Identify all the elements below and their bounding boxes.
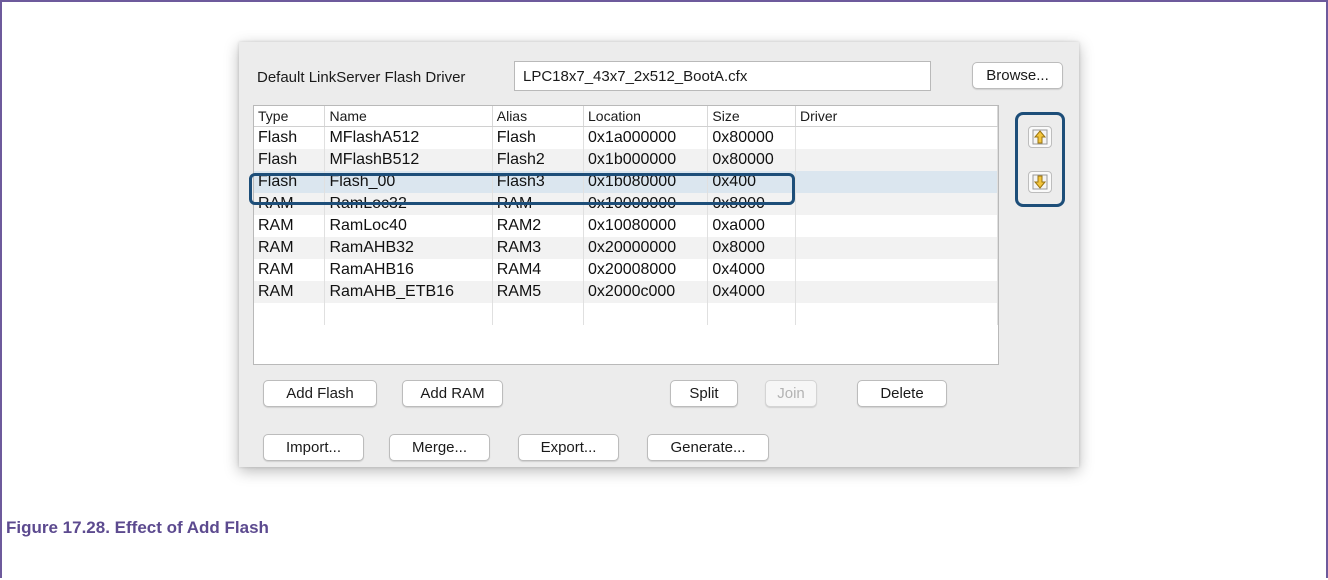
cell-driver (795, 281, 998, 303)
cell-alias: RAM4 (492, 259, 585, 281)
cell-size: 0x4000 (707, 281, 796, 303)
cell-alias: Flash2 (492, 149, 585, 171)
cell-size: 0x80000 (707, 149, 796, 171)
table-row-empty (254, 303, 998, 325)
cell-name: MFlashA512 (324, 126, 493, 149)
table-row[interactable]: RAM RamAHB_ETB16 RAM5 0x2000c000 0x4000 (254, 281, 998, 303)
cell-size: 0x8000 (707, 237, 796, 259)
cell-size: 0x4000 (707, 259, 796, 281)
move-buttons-group (1015, 112, 1065, 207)
cell-driver (795, 237, 998, 259)
cell-driver (795, 149, 998, 171)
cell-driver (795, 259, 998, 281)
cell-name: RamAHB16 (324, 259, 493, 281)
selected-row-highlight (249, 173, 795, 205)
cell-location: 0x1b000000 (583, 149, 709, 171)
cell-driver (795, 171, 998, 193)
cell-location: 0x20000000 (583, 237, 709, 259)
cell-type: Flash (254, 126, 326, 149)
cell-alias: RAM5 (492, 281, 585, 303)
cell-name: RamAHB_ETB16 (324, 281, 493, 303)
join-button[interactable]: Join (765, 380, 817, 407)
column-header-driver[interactable]: Driver (795, 106, 998, 127)
cell-location: 0x20008000 (583, 259, 709, 281)
column-header-name[interactable]: Name (324, 106, 493, 127)
add-ram-button[interactable]: Add RAM (402, 380, 503, 407)
move-up-button[interactable] (1028, 126, 1052, 148)
move-down-button[interactable] (1028, 171, 1052, 193)
cell-alias: Flash (492, 126, 585, 149)
cell-location: 0x10080000 (583, 215, 709, 237)
table-header-row: Type Name Alias Location Size Driver (254, 106, 998, 127)
column-header-type[interactable]: Type (254, 106, 326, 127)
merge-button[interactable]: Merge... (389, 434, 490, 461)
table-row[interactable]: Flash MFlashB512 Flash2 0x1b000000 0x800… (254, 149, 998, 171)
column-header-alias[interactable]: Alias (492, 106, 585, 127)
add-flash-button[interactable]: Add Flash (263, 380, 377, 407)
import-button[interactable]: Import... (263, 434, 364, 461)
cell-size: 0xa000 (707, 215, 796, 237)
table-row[interactable]: RAM RamAHB32 RAM3 0x20000000 0x8000 (254, 237, 998, 259)
cell-type: RAM (254, 281, 326, 303)
cell-size: 0x80000 (707, 126, 796, 149)
cell-name: RamLoc40 (324, 215, 493, 237)
export-button[interactable]: Export... (518, 434, 619, 461)
cell-driver (795, 193, 998, 215)
cell-type: RAM (254, 259, 326, 281)
cell-alias: RAM3 (492, 237, 585, 259)
arrow-up-icon (1032, 129, 1048, 145)
table-row[interactable]: RAM RamLoc40 RAM2 0x10080000 0xa000 (254, 215, 998, 237)
cell-driver (795, 126, 998, 149)
default-flash-driver-label: Default LinkServer Flash Driver (257, 69, 466, 86)
cell-name: MFlashB512 (324, 149, 493, 171)
table-row[interactable]: RAM RamAHB16 RAM4 0x20008000 0x4000 (254, 259, 998, 281)
default-flash-driver-field[interactable] (514, 61, 931, 91)
cell-type: RAM (254, 215, 326, 237)
figure-caption: Figure 17.28. Effect of Add Flash (6, 518, 269, 537)
column-header-size[interactable]: Size (707, 106, 796, 127)
cell-location: 0x2000c000 (583, 281, 709, 303)
cell-type: Flash (254, 149, 326, 171)
figure-frame: Default LinkServer Flash Driver Browse..… (0, 0, 1328, 578)
browse-button[interactable]: Browse... (972, 62, 1063, 89)
memory-regions-table: Type Name Alias Location Size Driver Fla… (253, 105, 999, 365)
split-button[interactable]: Split (670, 380, 738, 407)
cell-name: RamAHB32 (324, 237, 493, 259)
arrow-down-icon (1032, 174, 1048, 190)
cell-driver (795, 215, 998, 237)
table-row[interactable]: Flash MFlashA512 Flash 0x1a000000 0x8000… (254, 126, 998, 149)
column-header-location[interactable]: Location (583, 106, 709, 127)
delete-button[interactable]: Delete (857, 380, 947, 407)
cell-type: RAM (254, 237, 326, 259)
cell-location: 0x1a000000 (583, 126, 709, 149)
cell-alias: RAM2 (492, 215, 585, 237)
memory-configuration-panel: Default LinkServer Flash Driver Browse..… (239, 42, 1079, 467)
generate-button[interactable]: Generate... (647, 434, 769, 461)
